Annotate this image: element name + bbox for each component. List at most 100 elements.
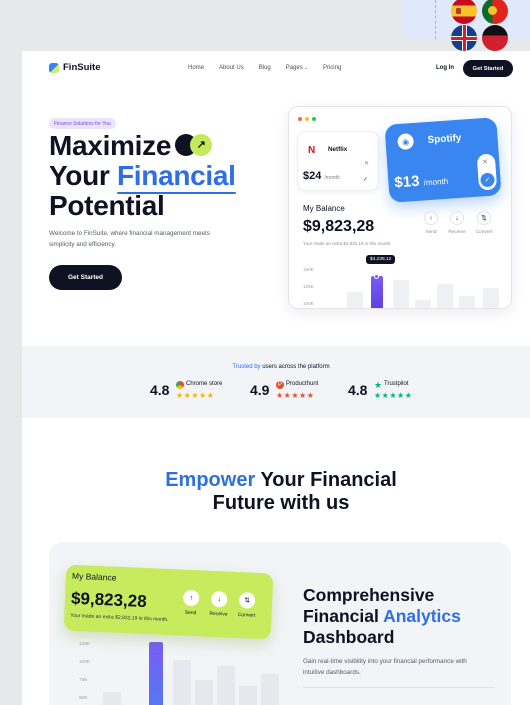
rating-stars: ★★★★★ (276, 391, 315, 400)
logo-text: FinSuite (63, 62, 101, 73)
hero-pill-badge: Finance Solutions for You (49, 118, 116, 129)
hero-description: Welcome to FinSuite, where financial man… (49, 230, 210, 248)
balance-label: My Balance (303, 204, 345, 213)
close-icon[interactable]: ✕ (482, 158, 488, 166)
send-label: Send (425, 230, 437, 235)
divider (303, 687, 495, 688)
netflix-name: Netflix (328, 146, 348, 153)
section-title-rest: Your Financial (260, 469, 397, 491)
y-tick: 150K (303, 267, 314, 272)
germany-flag-icon[interactable] (482, 25, 508, 51)
chart-bar (393, 280, 409, 308)
chart-bar (195, 680, 213, 705)
receive-action[interactable]: ↓ Receive (205, 590, 232, 618)
chart-bar (437, 284, 453, 308)
netflix-subscription-card[interactable]: N Netflix ✕ ✓ $24 /month (297, 131, 379, 191)
spotify-period: /month (423, 176, 449, 188)
balance-chart: 150K 125K 100K $4,239,12 (303, 255, 503, 308)
hero-title-line3: Potential (49, 190, 165, 221)
hero-title-your: Your (49, 160, 110, 191)
hero-title-financial: Financial (117, 160, 236, 191)
convert-action[interactable]: ⇅ Convert (472, 211, 496, 235)
feature-title-line1: Comprehensive (303, 585, 435, 605)
nav-link-pages-label: Pages (285, 65, 303, 71)
chart-bar-highlight[interactable] (371, 276, 383, 308)
send-action[interactable]: ↑ Send (419, 211, 443, 235)
landing-page: FinSuite Home About Us Blog Pages⌄ Prici… (22, 51, 530, 705)
netflix-logo-icon: N (308, 145, 316, 156)
chart-tooltip: $4,239,12 (366, 255, 396, 264)
balance-value: $9,823,28 (70, 588, 148, 612)
feature-title-financial: Financial (303, 606, 379, 626)
uk-flag-icon[interactable] (451, 25, 477, 51)
netflix-price-value: $24 (303, 170, 322, 182)
receive-action[interactable]: ↓ Receive (445, 211, 469, 235)
balance-value: $9,823,28 (303, 218, 375, 235)
receive-label: Receive (209, 610, 228, 618)
chart-bar (261, 674, 279, 705)
arrow-down-icon: ↓ (450, 211, 464, 225)
spotify-toggle[interactable]: ✕ ✓ (476, 153, 498, 191)
top-navbar: FinSuite Home About Us Blog Pages⌄ Prici… (22, 51, 530, 86)
trusted-prefix: Trusted by (232, 364, 261, 370)
hero-get-started-button[interactable]: Get Started (49, 265, 122, 290)
netflix-period: /month (324, 175, 340, 181)
chart-bar (173, 660, 191, 705)
check-icon[interactable]: ✓ (480, 172, 495, 188)
y-tick: 125K (79, 642, 91, 647)
rating-source: Chrome store (186, 381, 223, 387)
nav-links: Home About Us Blog Pages⌄ Pricing (188, 65, 356, 71)
receive-label: Receive (448, 230, 466, 235)
nav-link-blog[interactable]: Blog (259, 65, 271, 71)
rating-score: 4.9 (250, 382, 270, 398)
rating-stars: ★★★★★ (176, 391, 215, 400)
chart-bar-highlight[interactable] (149, 642, 163, 705)
chevron-down-icon: ⌄ (303, 65, 308, 71)
spotify-subscription-card[interactable]: ◉ Spotify $13 /month ✕ ✓ (384, 117, 502, 203)
trusted-suffix: users across the platform (262, 364, 330, 370)
send-action[interactable]: ↑ Send (177, 589, 204, 616)
nav-link-pages[interactable]: Pages⌄ (286, 65, 308, 71)
window-dot-green (312, 117, 316, 121)
nav-link-pricing[interactable]: Pricing (323, 65, 341, 71)
spotify-name: Spotify (427, 132, 462, 147)
check-icon[interactable]: ✓ (363, 176, 368, 183)
feature-title-highlight: Analytics (383, 606, 461, 626)
feature-description: Gain real-time visibility into your fina… (303, 658, 467, 676)
logo[interactable]: FinSuite (49, 62, 100, 73)
chart-bar (103, 692, 121, 705)
nav-link-about[interactable]: About Us (219, 65, 244, 71)
rating-score: 4.8 (150, 382, 170, 398)
analytics-chart: 125K 100K 75K 50K (79, 642, 279, 705)
hero-title-line1: Maximize (49, 130, 172, 161)
underline-decoration (117, 192, 236, 194)
convert-action[interactable]: ⇅ Convert (233, 592, 260, 619)
netflix-price: $24 /month (303, 170, 340, 182)
trusted-by-section: Trusted by users across the platform 4.8… (22, 346, 530, 418)
y-tick: 125K (303, 284, 314, 289)
nav-link-home[interactable]: Home (188, 65, 204, 71)
trend-up-icon: ↗ (190, 133, 213, 156)
chart-bar (217, 666, 235, 705)
rating-stars: ★★★★★ (374, 391, 413, 400)
swap-icon: ⇅ (477, 211, 491, 225)
balance-card-green[interactable]: My Balance $9,823,28 Your made an extra … (63, 564, 274, 640)
balance-subtext: Your made an extra $2,832,19 in this mon… (70, 612, 169, 624)
spotify-logo-icon: ◉ (397, 133, 415, 151)
y-tick: 75K (79, 678, 88, 683)
divider (435, 0, 436, 39)
chrome-icon (176, 381, 184, 389)
window-dot-yellow (305, 117, 309, 121)
hero-title-highlight: Financial (117, 160, 236, 194)
nav-get-started-button[interactable]: Get Started (463, 60, 513, 77)
login-link[interactable]: Log In (436, 65, 454, 71)
logo-icon (49, 62, 59, 73)
section-title: Empower Your Financial Future with us (22, 469, 530, 515)
close-icon[interactable]: ✕ (364, 160, 369, 167)
section-title-highlight: Empower (165, 469, 256, 491)
spotify-price: $13 /month (394, 171, 449, 192)
balance-label: My Balance (71, 570, 117, 583)
convert-label: Convert (475, 230, 493, 235)
chart-bar (347, 292, 363, 308)
chart-bar (239, 686, 257, 705)
